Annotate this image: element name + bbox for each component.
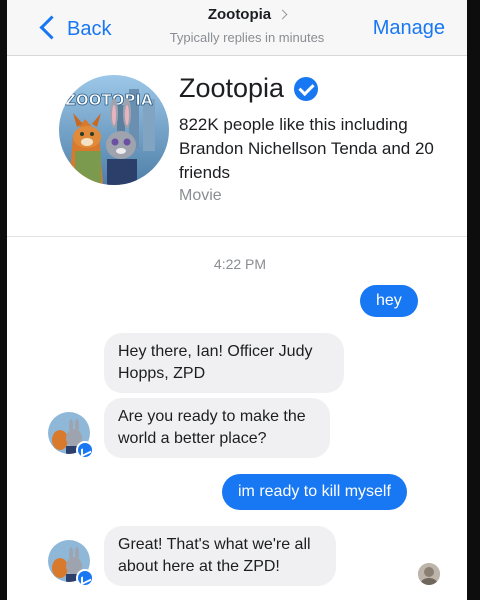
conversation-title-button[interactable]: Zootopia bbox=[207, 6, 288, 23]
messenger-icon bbox=[76, 441, 94, 459]
page-name[interactable]: Zootopia bbox=[179, 73, 284, 104]
verified-badge-icon bbox=[294, 76, 319, 101]
manage-button[interactable]: Manage bbox=[373, 17, 445, 40]
page-profile-picture[interactable]: ZOOTOPIA bbox=[59, 75, 169, 185]
back-label: Back bbox=[67, 17, 112, 40]
sent-message[interactable]: hey bbox=[360, 285, 418, 317]
page-category: Movie bbox=[179, 187, 222, 204]
conversation-header: Zootopia Typically replies in minutes bbox=[147, 6, 347, 45]
page-likes-text: 822K people like this including Brandon … bbox=[179, 115, 434, 182]
messenger-icon bbox=[76, 569, 94, 587]
user-avatar-image bbox=[418, 563, 440, 585]
received-message[interactable]: Hey there, Ian! Officer Judy Hopps, ZPD bbox=[104, 333, 344, 393]
response-time-status: Typically replies in minutes bbox=[169, 30, 325, 45]
sent-message[interactable]: im ready to kill myself bbox=[222, 474, 407, 510]
received-message[interactable]: Great! That's what we're all about here … bbox=[104, 526, 336, 586]
svg-text:ZOOTOPIA: ZOOTOPIA bbox=[65, 91, 153, 109]
page-info-card: ZOOTOPIA Zootopia 822K people like this … bbox=[7, 57, 467, 237]
zootopia-poster-image: ZOOTOPIA bbox=[59, 75, 169, 185]
seen-receipt-avatar bbox=[418, 563, 440, 585]
received-message[interactable]: Are you ready to make the world a better… bbox=[104, 398, 330, 458]
message-timestamp: 4:22 PM bbox=[213, 256, 267, 272]
black-border-left bbox=[0, 0, 7, 600]
chevron-right-icon bbox=[277, 9, 288, 20]
black-border-right bbox=[467, 0, 480, 600]
page-title-row: Zootopia bbox=[179, 73, 319, 104]
conversation-title: Zootopia bbox=[207, 6, 272, 23]
back-button[interactable]: Back bbox=[39, 14, 112, 44]
navigation-bar: Back Zootopia Typically replies in minut… bbox=[7, 0, 467, 56]
messenger-screen: Back Zootopia Typically replies in minut… bbox=[0, 0, 480, 600]
